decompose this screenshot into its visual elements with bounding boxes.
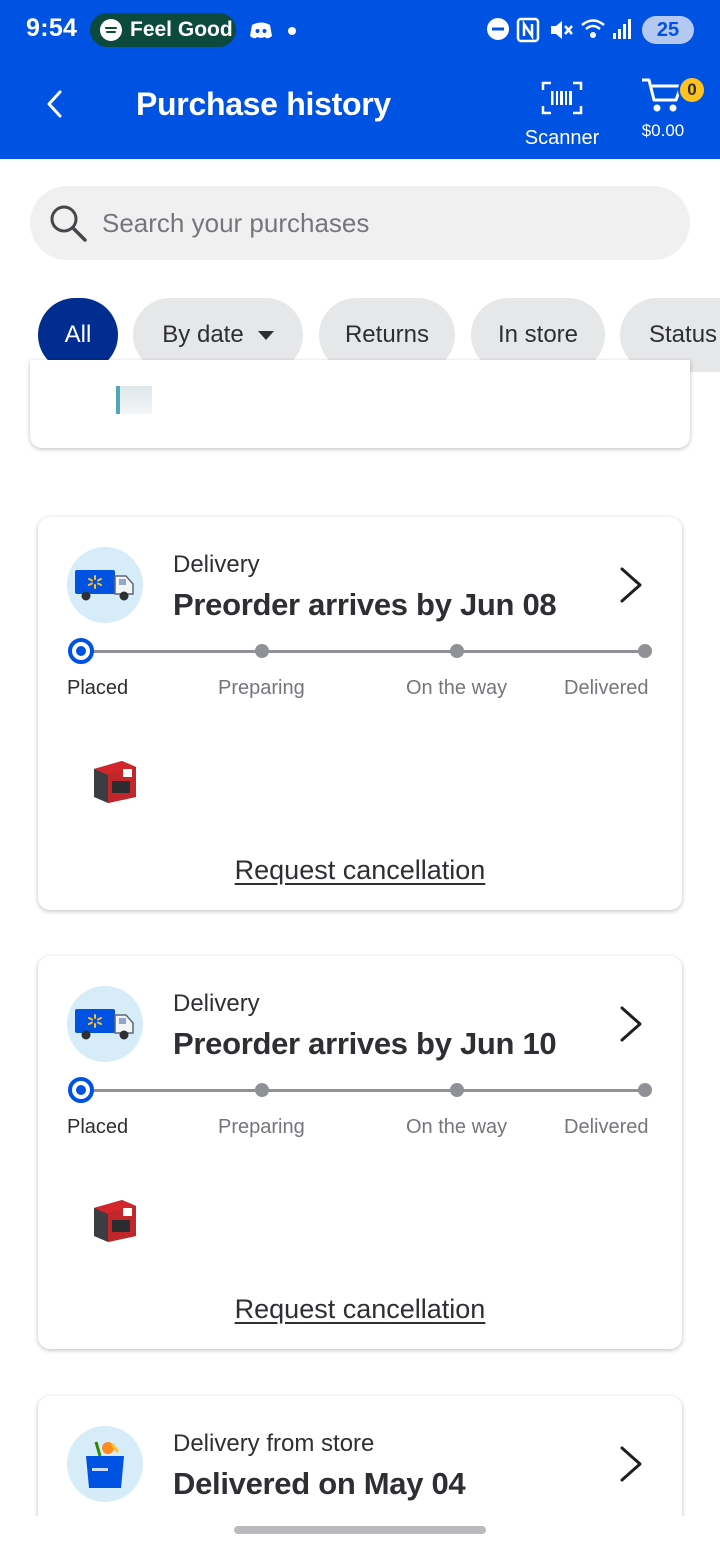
app-bar: Purchase history Scanner 0 $0.00 [0, 62, 720, 159]
notification-dot [288, 27, 296, 35]
search-input[interactable] [102, 207, 642, 239]
progress-step-placed [68, 638, 94, 664]
delivery-avatar [67, 547, 143, 623]
signal-icon [613, 19, 631, 39]
order-method: Delivery [173, 990, 260, 1017]
dropdown-caret-icon [257, 330, 274, 340]
search-bar[interactable] [30, 186, 690, 260]
step-label-placed: Placed [67, 1116, 129, 1138]
order-status-headline: Delivered on May 04 [173, 1466, 466, 1501]
progress-step-on-the-way [450, 644, 464, 658]
scanner-button[interactable]: Scanner [520, 80, 604, 152]
order-card[interactable]: Delivery Preorder arrives by Jun 08 Plac… [38, 517, 682, 910]
order-status-headline: Preorder arrives by Jun 08 [173, 587, 557, 622]
cart-count-badge: 0 [678, 76, 706, 104]
filter-chip-label: All [64, 321, 92, 348]
discord-icon [250, 22, 272, 39]
progress-track [81, 650, 646, 653]
step-label-on-the-way: On the way [406, 1116, 508, 1138]
do-not-disturb-icon [487, 18, 509, 40]
cart-total: $0.00 [641, 121, 685, 140]
scanner-label: Scanner [524, 127, 600, 149]
shopping-bag-icon [86, 1441, 124, 1488]
progress-step-delivered [638, 644, 652, 658]
delivery-truck-icon [75, 570, 134, 601]
step-label-on-the-way: On the way [406, 677, 508, 699]
progress-step-preparing [255, 644, 269, 658]
store-avatar [67, 1426, 143, 1502]
cart-button[interactable]: 0 $0.00 [628, 74, 706, 154]
delivery-truck-icon [75, 1009, 134, 1040]
step-label-preparing: Preparing [218, 1116, 305, 1138]
order-card[interactable]: Delivery Preorder arrives by Jun 10 Plac… [38, 956, 682, 1349]
product-thumbnail [94, 761, 136, 803]
order-method: Delivery from store [173, 1430, 375, 1457]
step-label-preparing: Preparing [218, 677, 305, 699]
media-pill[interactable]: Feel Good [90, 13, 236, 47]
back-button[interactable] [36, 84, 72, 124]
step-label-placed: Placed [67, 677, 129, 699]
order-status-headline: Preorder arrives by Jun 10 [173, 1026, 557, 1061]
request-cancellation-link[interactable]: Request cancellation [38, 855, 682, 886]
filter-chip-label: In store [497, 321, 579, 348]
barcode-scanner-icon [541, 81, 583, 115]
chevron-right-icon[interactable] [616, 565, 646, 605]
progress-step-preparing [255, 1083, 269, 1097]
nfc-icon [516, 17, 540, 43]
home-indicator[interactable] [234, 1526, 486, 1534]
progress-step-delivered [638, 1083, 652, 1097]
order-method: Delivery [173, 551, 260, 578]
battery-indicator: 25 [642, 16, 694, 44]
filter-chip-label: Status [649, 321, 718, 348]
order-card-partial[interactable] [30, 360, 690, 448]
chevron-right-icon[interactable] [616, 1004, 646, 1044]
step-label-delivered: Delivered [564, 677, 649, 699]
back-arrow-icon [47, 90, 62, 118]
search-icon [46, 201, 90, 245]
product-thumbnail [116, 386, 152, 414]
wifi-icon [581, 19, 605, 38]
spotify-icon [100, 19, 122, 41]
delivery-avatar [67, 986, 143, 1062]
progress-track [81, 1089, 646, 1092]
filter-chip-label: By date [162, 321, 244, 348]
status-bar: 9:54 Feel Good 25 [0, 0, 720, 62]
page-title: Purchase history [136, 86, 391, 122]
request-cancellation-link[interactable]: Request cancellation [38, 1294, 682, 1325]
progress-step-on-the-way [450, 1083, 464, 1097]
progress-step-placed [68, 1077, 94, 1103]
filter-chip-label: Returns [344, 321, 430, 348]
media-pill-text: Feel Good [130, 18, 233, 41]
step-label-delivered: Delivered [564, 1116, 649, 1138]
product-thumbnail [94, 1200, 136, 1242]
status-time: 9:54 [26, 14, 78, 42]
vibrate-mute-icon [551, 21, 573, 39]
chevron-right-icon[interactable] [616, 1444, 646, 1484]
